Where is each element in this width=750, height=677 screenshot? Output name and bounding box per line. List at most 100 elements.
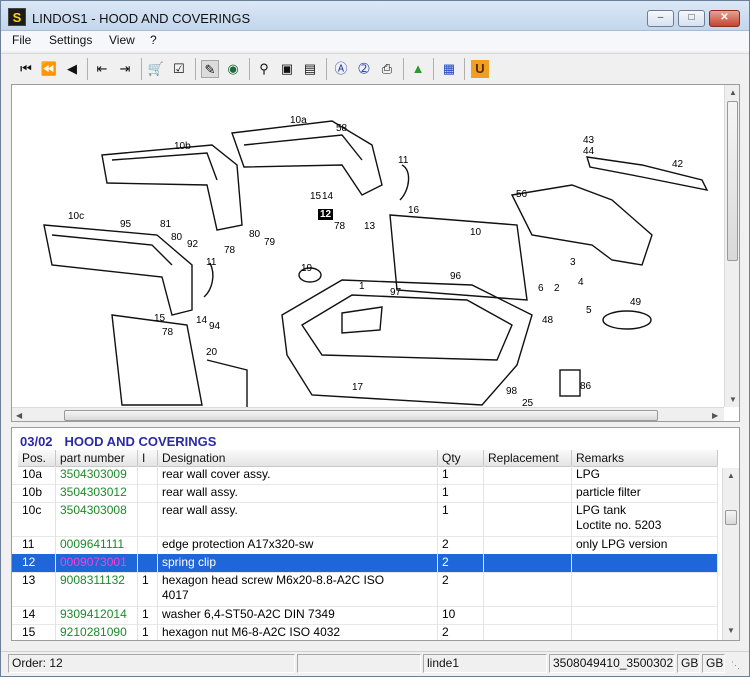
scroll-down-icon[interactable]: ▼ — [729, 395, 737, 404]
title-bar[interactable]: S LINDOS1 - HOOD AND COVERINGS – □ ✕ — [1, 1, 749, 31]
callout-58[interactable]: 58 — [336, 123, 347, 134]
callout-10a[interactable]: 10a — [290, 115, 307, 126]
table-row[interactable]: 11 0009641111 edge protection A17x320-sw 2 o… — [12, 536, 718, 554]
list-vscroll-thumb[interactable] — [725, 510, 737, 525]
table-row[interactable]: 10b 3504303012 rear wall assy. 1 particle fi… — [12, 484, 718, 502]
callout-98[interactable]: 98 — [506, 386, 517, 397]
status-empty-field — [297, 654, 421, 673]
table-row[interactable]: 10a 3504303009 rear wall cover assy. 1 LPG — [12, 466, 718, 484]
callout-96[interactable]: 96 — [450, 271, 461, 282]
callout-94[interactable]: 94 — [209, 321, 220, 332]
callout-86[interactable]: 86 — [580, 381, 591, 392]
callout-15[interactable]: 15 — [310, 191, 321, 202]
column-header-replacement[interactable]: Replacement — [484, 450, 572, 467]
menu-settings[interactable]: Settings — [49, 33, 92, 47]
drawing-vscroll-thumb[interactable] — [727, 101, 738, 261]
scroll-left-icon[interactable]: ◀ — [16, 411, 22, 420]
callout-17[interactable]: 17 — [352, 382, 363, 393]
callout-78c[interactable]: 78 — [162, 327, 173, 338]
list-vertical-scrollbar[interactable]: ▲ ▼ — [722, 468, 739, 640]
callout-19[interactable]: 19 — [301, 263, 312, 274]
print-icon[interactable]: ⎙ — [378, 60, 396, 78]
callout-20[interactable]: 20 — [206, 347, 217, 358]
list-scroll-down-icon[interactable]: ▼ — [727, 626, 735, 635]
list-scroll-up-icon[interactable]: ▲ — [727, 471, 735, 480]
checklist-icon[interactable]: ☑ — [170, 60, 188, 78]
callout-95[interactable]: 95 — [120, 219, 131, 230]
first-page-icon[interactable]: ⏮ — [17, 60, 35, 78]
callout-78[interactable]: 78 — [334, 221, 345, 232]
callout-4[interactable]: 4 — [578, 277, 584, 288]
callout-5[interactable]: 5 — [586, 305, 592, 316]
drawing-hscroll-thumb[interactable] — [64, 410, 658, 421]
callout-1[interactable]: 1 — [359, 281, 365, 292]
export-green-icon[interactable]: ▲ — [409, 60, 427, 78]
callout-6[interactable]: 6 — [538, 283, 544, 294]
jump-forward-icon[interactable]: ⇥ — [116, 60, 134, 78]
callout-42[interactable]: 42 — [672, 159, 683, 170]
callout-56[interactable]: 56 — [516, 189, 527, 200]
column-header-pos[interactable]: Pos. — [18, 450, 56, 467]
find-a-icon[interactable]: Ⓐ — [332, 60, 350, 78]
callout-3[interactable]: 3 — [570, 257, 576, 268]
callout-12-highlighted[interactable]: 12 — [318, 209, 334, 220]
menu-help[interactable]: ? — [150, 33, 157, 47]
drawing-horizontal-scrollbar[interactable]: ◀ ▶ — [12, 407, 724, 421]
u-badge-icon[interactable]: U — [471, 60, 489, 78]
scroll-up-icon[interactable]: ▲ — [729, 88, 737, 97]
column-header-i[interactable]: I — [138, 450, 158, 467]
callout-48[interactable]: 48 — [542, 315, 553, 326]
callout-80b[interactable]: 80 — [249, 229, 260, 240]
callout-11[interactable]: 11 — [398, 155, 408, 166]
callout-92[interactable]: 92 — [187, 239, 198, 250]
callout-81[interactable]: 81 — [160, 219, 171, 230]
resize-grip-icon[interactable]: ⋱ — [731, 660, 740, 671]
menu-file[interactable]: File — [12, 33, 31, 47]
help-2-icon[interactable]: ➁ — [355, 60, 373, 78]
zoom-icon[interactable]: ⚲ — [255, 60, 273, 78]
callout-2[interactable]: 2 — [554, 283, 560, 294]
close-button[interactable]: ✕ — [709, 10, 740, 27]
exploded-parts-drawing[interactable]: 10a 58 10b 11 15 14 12 78 13 16 56 43 44… — [11, 84, 740, 422]
column-header-designation[interactable]: Designation — [158, 450, 438, 467]
callout-79[interactable]: 79 — [264, 237, 275, 248]
callout-10[interactable]: 10 — [470, 227, 481, 238]
callout-10c[interactable]: 10c — [68, 211, 84, 222]
table-row[interactable]: 14 9309412014 1 washer 6,4-ST50-A2C DIN 734… — [12, 606, 718, 624]
callout-49[interactable]: 49 — [630, 297, 641, 308]
grid-blue-icon[interactable]: ▦ — [440, 60, 458, 78]
callout-43[interactable]: 43 — [583, 135, 594, 146]
table-row-selected[interactable]: 12 0009073001 spring clip 2 — [12, 554, 718, 572]
callout-14[interactable]: 14 — [322, 191, 333, 202]
callout-10b[interactable]: 10b — [174, 141, 191, 152]
callout-15b[interactable]: 15 — [154, 313, 165, 324]
previous-fast-icon[interactable]: ⏪ — [40, 60, 58, 78]
callout-44[interactable]: 44 — [583, 146, 594, 157]
callout-97[interactable]: 97 — [390, 287, 401, 298]
globe-icon[interactable]: ◉ — [224, 60, 242, 78]
column-header-remarks[interactable]: Remarks — [572, 450, 718, 467]
drawing-vertical-scrollbar[interactable]: ▲ ▼ — [724, 85, 739, 407]
maximize-button[interactable]: □ — [678, 10, 705, 27]
callout-78b[interactable]: 78 — [224, 245, 235, 256]
callout-13[interactable]: 13 — [364, 221, 375, 232]
page-view-icon[interactable]: ▣ — [278, 60, 296, 78]
menu-view[interactable]: View — [109, 33, 135, 47]
page-fit-icon[interactable]: ▤ — [301, 60, 319, 78]
callout-16[interactable]: 16 — [408, 205, 419, 216]
callout-14b[interactable]: 14 — [196, 315, 207, 326]
previous-icon[interactable]: ◀ — [63, 60, 81, 78]
callout-11b[interactable]: 11 — [206, 257, 216, 268]
column-header-qty[interactable]: Qty — [438, 450, 484, 467]
jump-back-icon[interactable]: ⇤ — [93, 60, 111, 78]
table-row[interactable]: 10c 3504303008 rear wall assy. 1 LPG tank Lo… — [12, 502, 718, 536]
table-row[interactable]: 13 9008311132 1 hexagon head screw M6x20-8.… — [12, 572, 718, 606]
table-row[interactable]: 15 9210281090 1 hexagon nut M6-8-A2C ISO 40… — [12, 624, 718, 640]
cart-icon[interactable]: 🛒 — [147, 60, 165, 78]
callout-80[interactable]: 80 — [171, 232, 182, 243]
column-header-part-number[interactable]: part number — [56, 450, 138, 467]
cell-designation: hexagon head screw M6x20-8.8-A2C ISO 401… — [158, 572, 438, 606]
scroll-right-icon[interactable]: ▶ — [712, 411, 718, 420]
pencil-tool-icon[interactable]: ✎ — [201, 60, 219, 78]
minimize-button[interactable]: – — [647, 10, 674, 27]
